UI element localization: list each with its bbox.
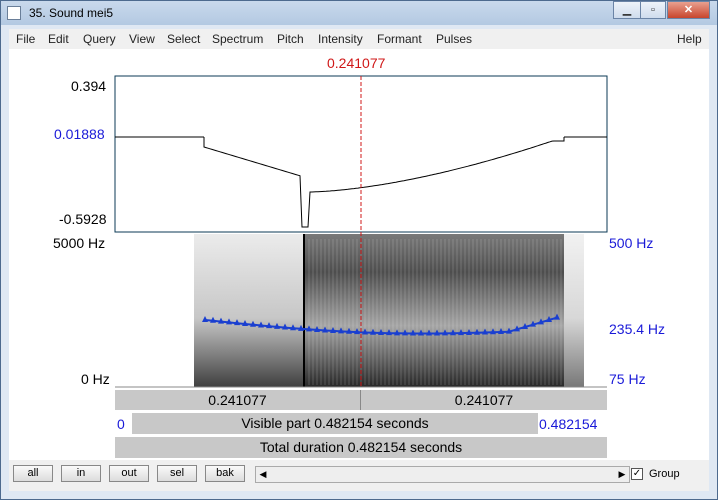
- selection-left-button[interactable]: 0.241077: [115, 390, 360, 410]
- visible-end-label: 0.482154: [539, 416, 598, 432]
- bottom-toolbar: all in out sel bak ◀ ▶ ✓ Group: [9, 460, 709, 491]
- selection-bar: 0.241077 0.241077: [115, 390, 607, 410]
- menu-file[interactable]: File: [16, 32, 35, 46]
- menu-pitch[interactable]: Pitch: [277, 32, 304, 46]
- group-checkbox[interactable]: ✓: [631, 468, 643, 480]
- spectrogram-region-early: [194, 234, 304, 387]
- group-label: Group: [649, 468, 680, 480]
- menu-help[interactable]: Help: [677, 32, 702, 46]
- visible-part-row: 0 Visible part 0.482154 seconds 0.482154: [9, 413, 709, 434]
- window-icon: [7, 6, 21, 20]
- time-scrollbar[interactable]: ◀ ▶: [255, 466, 630, 483]
- waveform-cursor-value-label: 0.01888: [54, 126, 105, 142]
- zoom-selection-button[interactable]: sel: [157, 465, 197, 482]
- visible-start-label: 0: [117, 416, 125, 432]
- menu-intensity[interactable]: Intensity: [318, 32, 363, 46]
- zoom-in-button[interactable]: in: [61, 465, 101, 482]
- cursor-time-label: 0.241077: [327, 55, 386, 71]
- menu-edit[interactable]: Edit: [48, 32, 69, 46]
- minimize-icon[interactable]: ▁: [613, 1, 641, 19]
- editor-area[interactable]: 0.241077 0.394 0.01888 -0.5928 5000 Hz 0…: [9, 49, 709, 460]
- all-button[interactable]: all: [13, 465, 53, 482]
- pitch-top-label: 500 Hz: [609, 235, 654, 251]
- zoom-back-button[interactable]: bak: [205, 465, 245, 482]
- praat-sound-window: 35. Sound mei5 ▁ ▫ ✕ File Edit Query Vie…: [0, 0, 718, 500]
- scroll-left-icon[interactable]: ◀: [256, 467, 270, 482]
- menu-spectrum[interactable]: Spectrum: [212, 32, 263, 46]
- menu-select[interactable]: Select: [167, 32, 200, 46]
- total-duration-button[interactable]: Total duration 0.482154 seconds: [115, 437, 607, 458]
- spectrogram-region-tail: [564, 234, 584, 387]
- pitch-mid-label: 235.4 Hz: [609, 321, 666, 337]
- menu-bar: File Edit Query View Select Spectrum Pit…: [9, 29, 709, 49]
- title-bar[interactable]: 35. Sound mei5 ▁ ▫ ✕: [1, 1, 717, 25]
- scroll-right-icon[interactable]: ▶: [615, 467, 629, 482]
- menu-pulses[interactable]: Pulses: [436, 32, 472, 46]
- spectrogram-bottom-label: 0 Hz: [81, 371, 110, 387]
- window-title: 35. Sound mei5: [29, 6, 114, 20]
- waveform-max-label: 0.394: [71, 78, 107, 94]
- zoom-out-button[interactable]: out: [109, 465, 149, 482]
- close-icon[interactable]: ✕: [667, 1, 710, 19]
- maximize-icon[interactable]: ▫: [640, 1, 666, 19]
- waveform-min-label: -0.5928: [59, 211, 107, 227]
- menu-view[interactable]: View: [129, 32, 155, 46]
- pitch-bottom-label: 75 Hz: [609, 371, 646, 387]
- menu-formant[interactable]: Formant: [377, 32, 422, 46]
- spectrogram-top-label: 5000 Hz: [53, 235, 106, 251]
- selection-right-button[interactable]: 0.241077: [361, 390, 607, 410]
- menu-query[interactable]: Query: [83, 32, 116, 46]
- visible-part-button[interactable]: Visible part 0.482154 seconds: [132, 413, 538, 434]
